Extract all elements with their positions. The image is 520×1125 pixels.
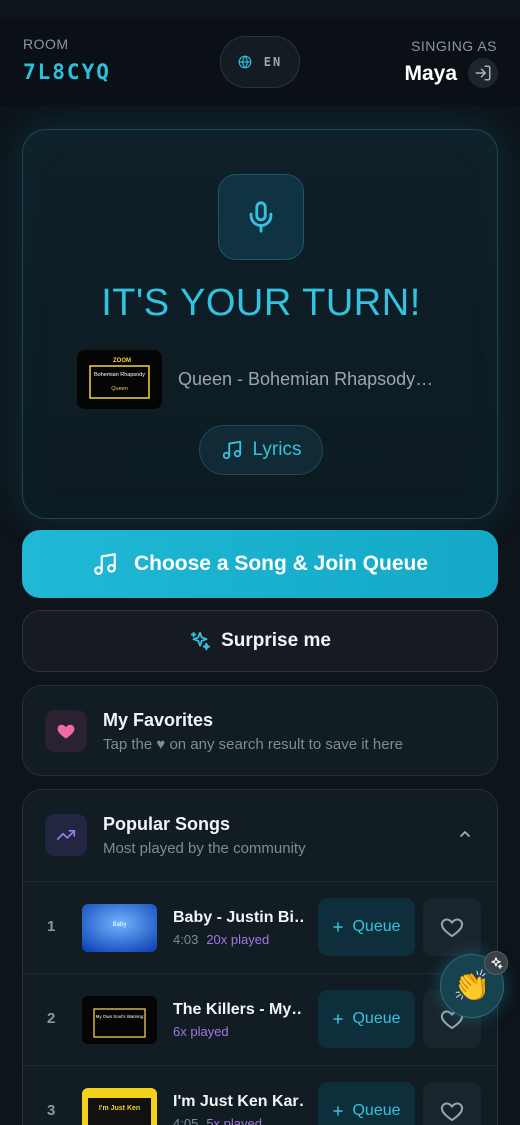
my-favorites-card[interactable]: My Favorites Tap the ♥ on any search res… xyxy=(22,685,498,776)
heart-icon xyxy=(440,1102,464,1122)
song-thumbnail: Baby xyxy=(82,904,157,952)
song-row[interactable]: 3 I'm Just Ken I'm Just Ken Kar… 4:05 5x … xyxy=(23,1065,497,1125)
plus-icon xyxy=(333,1106,344,1116)
popular-title: Popular Songs xyxy=(103,814,231,834)
song-thumbnail: My Own Soul's Warning xyxy=(82,996,157,1044)
join-queue-label: Choose a Song & Join Queue xyxy=(133,552,429,575)
song-rank: 3 xyxy=(47,1102,56,1119)
song-title: I'm Just Ken Kar… xyxy=(173,1093,303,1110)
queue-label: Queue xyxy=(352,918,401,935)
heart-icon xyxy=(57,724,75,739)
song-play-count: 20x played xyxy=(206,932,270,947)
plus-icon xyxy=(333,922,344,932)
song-row[interactable]: 1 Baby Baby - Justin Bi… 4:03 20x played … xyxy=(23,881,497,973)
thumb-text: Baby xyxy=(113,922,127,928)
language-code: EN xyxy=(263,55,283,69)
trending-up-icon xyxy=(56,830,76,840)
plus-icon xyxy=(333,1014,344,1024)
current-song-name: Queen - Bohemian Rhapsody… xyxy=(178,369,434,389)
singer-name: Maya xyxy=(404,62,457,85)
popular-subtitle: Most played by the community xyxy=(103,840,306,857)
collapse-button[interactable] xyxy=(457,826,473,847)
room-code: 7L8CYQ xyxy=(23,60,111,84)
current-song-thumbnail: ZOOM Bohemian Rhapsody Queen xyxy=(77,350,162,409)
logout-icon xyxy=(475,65,491,81)
chevron-up-icon xyxy=(460,831,470,837)
logout-button[interactable] xyxy=(468,58,498,88)
add-to-queue-button[interactable]: Queue xyxy=(318,1082,415,1125)
thumb-text: My Own Soul's Warning xyxy=(96,1014,144,1019)
song-rank: 2 xyxy=(47,1010,56,1027)
surprise-me-button[interactable]: Surprise me xyxy=(22,610,498,672)
song-title: The Killers - My… xyxy=(173,1001,303,1018)
song-rank: 1 xyxy=(47,918,56,935)
favorite-button[interactable] xyxy=(423,1082,481,1125)
room-header: ROOM 7L8CYQ EN SINGING AS Maya xyxy=(0,18,520,106)
sparkles-icon xyxy=(491,957,503,969)
queue-label: Queue xyxy=(352,1010,401,1027)
applause-icon: 👏 xyxy=(453,969,491,1003)
your-turn-card: IT'S YOUR TURN! ZOOM Bohemian Rhapsody Q… xyxy=(22,129,498,519)
your-turn-title: IT'S YOUR TURN! xyxy=(101,282,421,324)
add-to-queue-button[interactable]: Queue xyxy=(318,990,415,1048)
song-meta: 4:05 5x played xyxy=(173,1116,262,1125)
song-row[interactable]: 2 My Own Soul's Warning The Killers - My… xyxy=(23,973,497,1065)
song-duration: 4:03 xyxy=(173,932,199,947)
lyrics-button[interactable]: Lyrics xyxy=(199,425,323,475)
thumb-song-title: Bohemian Rhapsody xyxy=(94,372,145,378)
popular-badge xyxy=(45,814,87,856)
sparkles-icon xyxy=(190,631,211,651)
microphone-badge xyxy=(218,174,304,260)
song-meta: 4:03 20x played xyxy=(173,932,269,947)
song-duration: 4:05 xyxy=(173,1116,199,1125)
add-to-queue-button[interactable]: Queue xyxy=(318,898,415,956)
song-meta: 6x played xyxy=(173,1024,229,1039)
language-button[interactable]: EN xyxy=(220,36,300,88)
room-label: ROOM xyxy=(23,36,69,52)
song-play-count: 6x played xyxy=(173,1024,229,1039)
favorites-subtitle: Tap the ♥ on any search result to save i… xyxy=(103,736,403,753)
thumb-text: I'm Just Ken xyxy=(99,1105,140,1112)
favorite-button[interactable] xyxy=(423,898,481,956)
globe-icon xyxy=(238,55,252,69)
favorites-badge xyxy=(45,710,87,752)
queue-label: Queue xyxy=(352,1102,401,1119)
choose-song-join-queue-button[interactable]: Choose a Song & Join Queue xyxy=(22,530,498,598)
microphone-icon xyxy=(249,201,273,233)
thumb-brand: ZOOM xyxy=(113,358,131,364)
popular-songs-card: Popular Songs Most played by the communi… xyxy=(22,789,498,1125)
song-title: Baby - Justin Bi… xyxy=(173,909,303,926)
music-note-icon xyxy=(222,440,241,460)
heart-icon xyxy=(440,918,464,938)
song-thumbnail: I'm Just Ken xyxy=(82,1088,157,1125)
favorites-title: My Favorites xyxy=(103,710,214,730)
thumb-song-artist: Queen xyxy=(111,386,128,392)
lyrics-label: Lyrics xyxy=(252,439,302,460)
music-note-icon xyxy=(94,553,116,575)
surprise-me-label: Surprise me xyxy=(221,630,331,651)
singing-as-label: SINGING AS xyxy=(411,38,497,54)
song-play-count: 5x played xyxy=(206,1116,262,1125)
applause-badge xyxy=(484,951,508,975)
